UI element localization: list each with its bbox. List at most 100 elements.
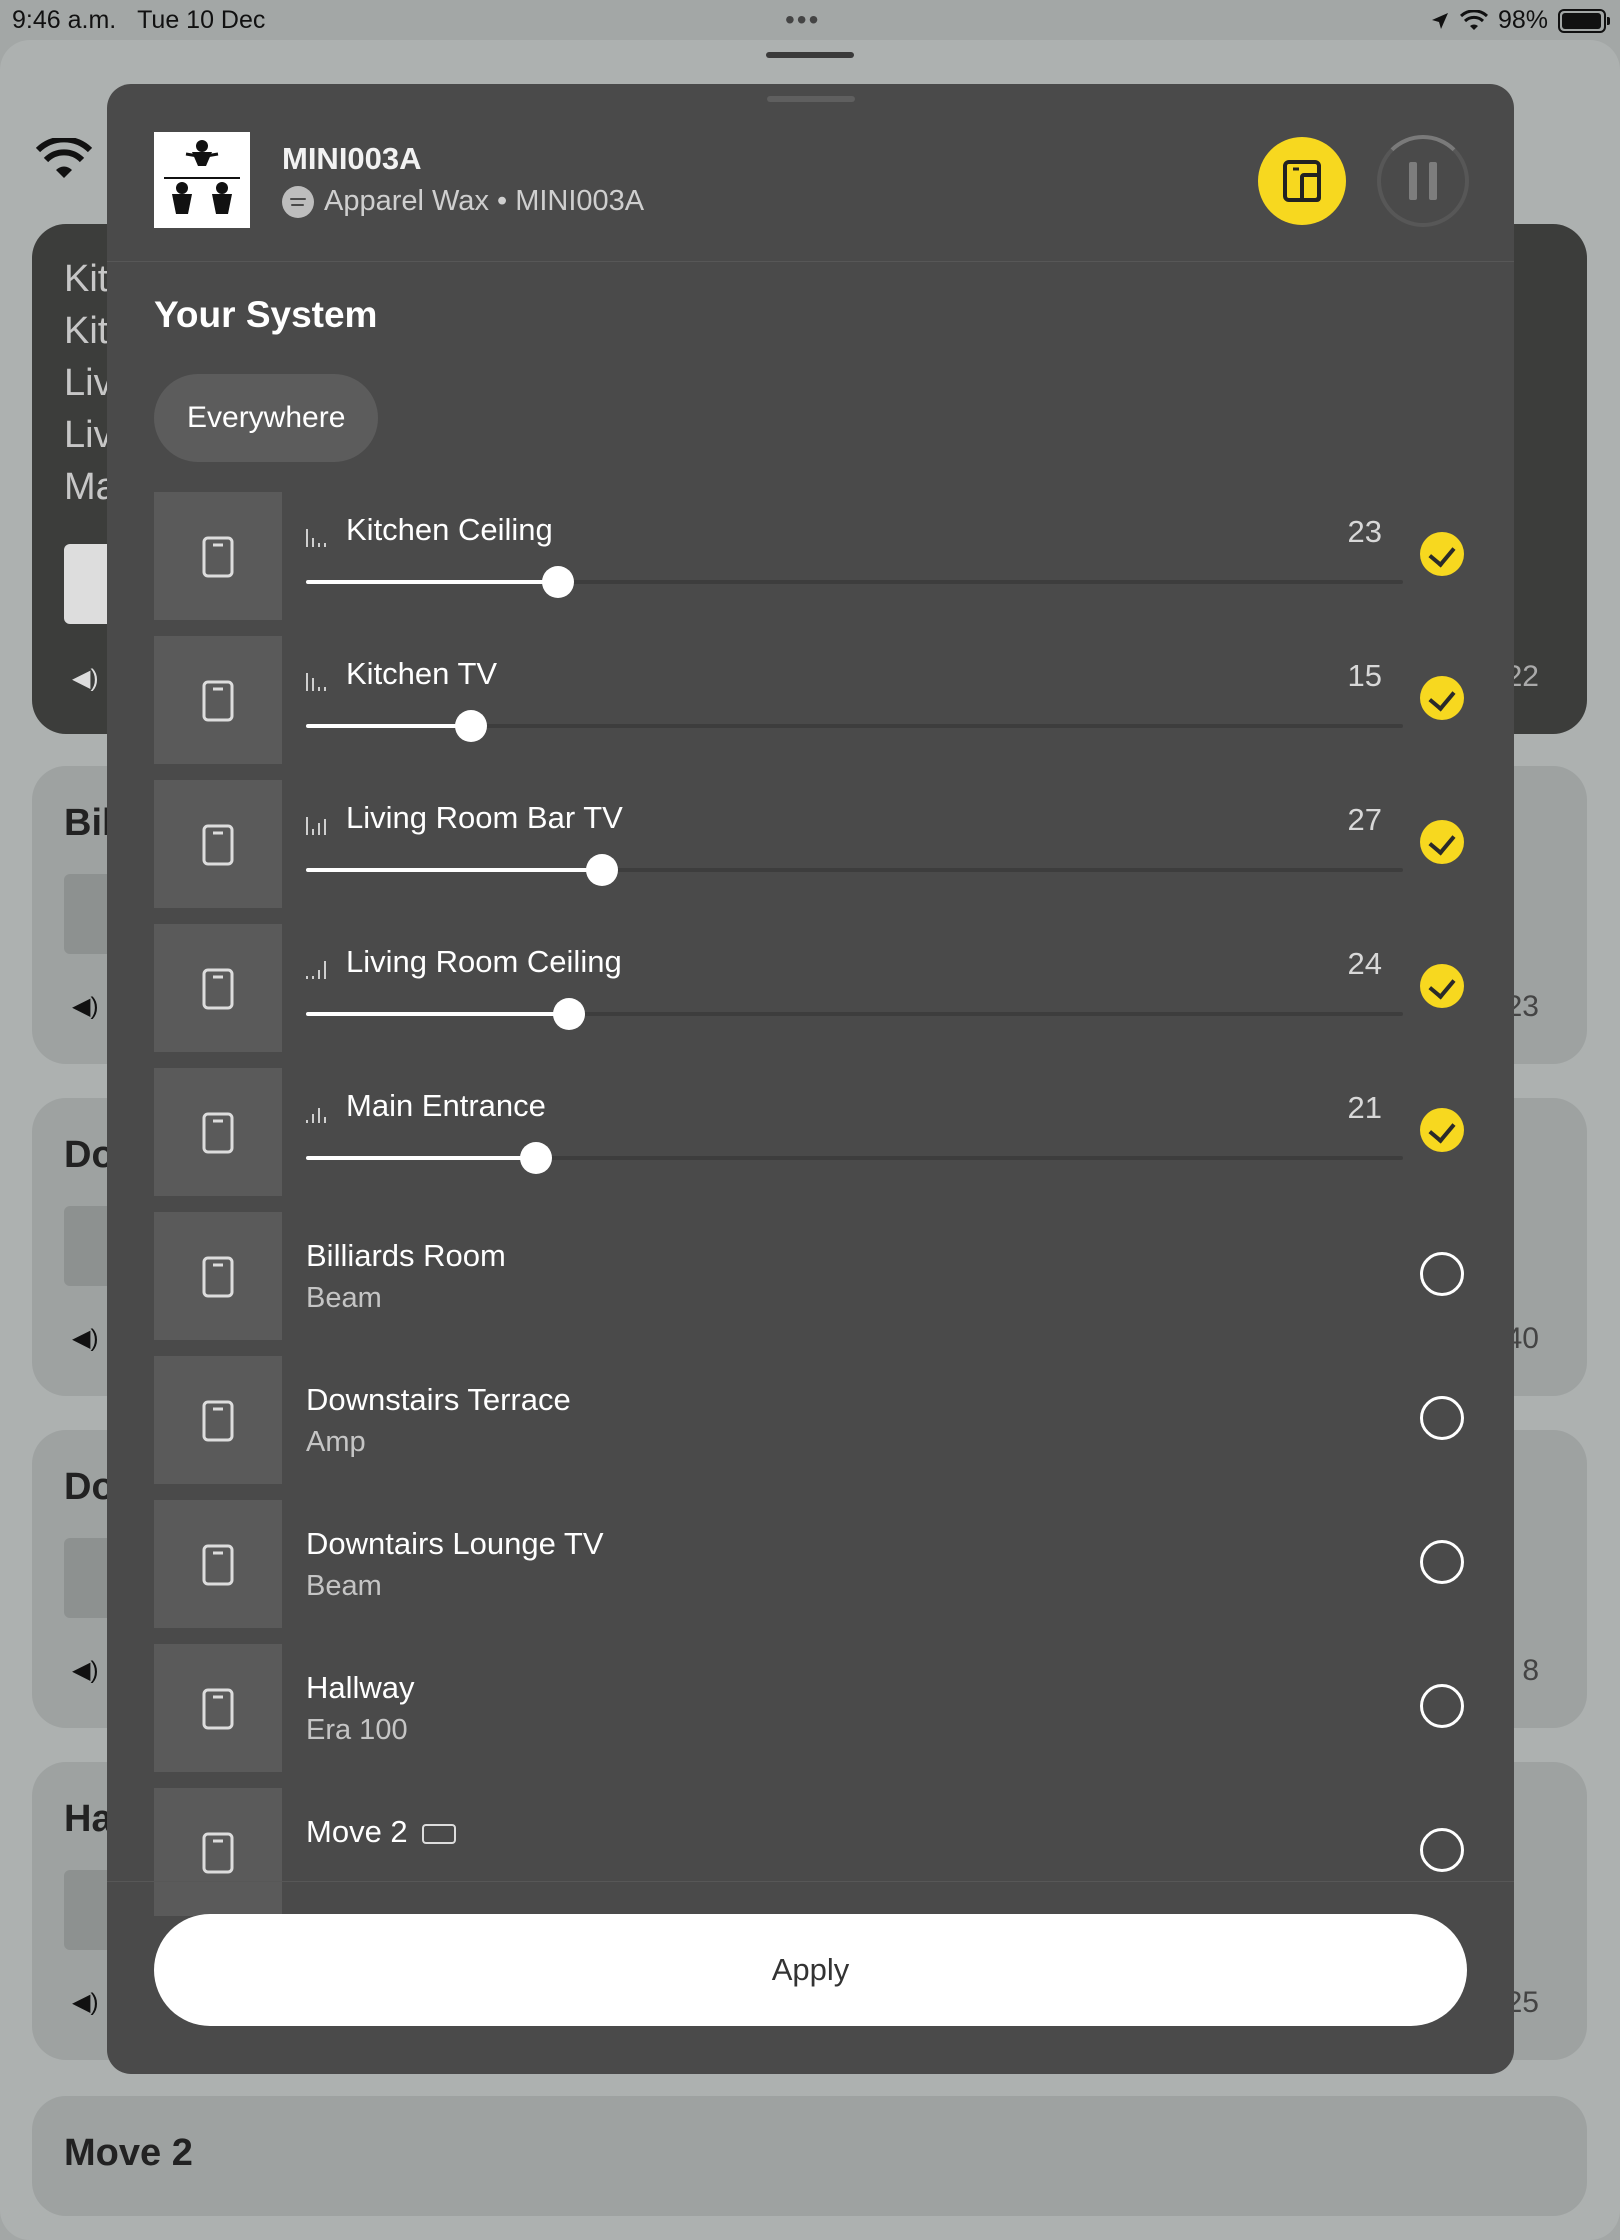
room-select-checkbox[interactable] [1420,1108,1464,1152]
volume-knob[interactable] [586,854,618,886]
room-list: Kitchen Ceiling 23 Kitchen TV 15 Living … [107,492,1514,1932]
volume-fill [306,580,558,584]
room-name: Kitchen TV [346,656,498,691]
room-select-checkbox[interactable] [1420,676,1464,720]
bg-card-volume: 8 [1522,1654,1539,1687]
room-name: Downtairs Lounge TV [306,1526,604,1561]
room-row[interactable]: Hallway Era 100 [107,1644,1514,1774]
progress-ring [1377,135,1469,227]
bg-card-title: Ha [64,1798,113,1840]
speaker-icon: ◀) [72,1657,99,1684]
room-thumbnail [154,492,282,620]
volume-knob[interactable] [455,710,487,742]
room-name: Hallway [306,1670,415,1705]
audio-level-icon [306,817,330,835]
room-select-checkbox[interactable] [1420,1684,1464,1728]
room-thumbnail [154,924,282,1052]
room-volume: 23 [1347,514,1382,549]
room-thumbnail [154,1356,282,1484]
multitasking-dots[interactable]: ••• [785,4,820,36]
room-volume: 15 [1347,658,1382,693]
bg-card-title: Move 2 [64,2132,193,2174]
volume-fill [306,868,602,872]
room-row[interactable]: Main Entrance 21 [107,1068,1514,1198]
battery-percent: 98% [1497,6,1548,34]
room-row[interactable]: Kitchen TV 15 [107,636,1514,766]
device-model: Beam [306,1570,382,1602]
room-name: Move 2 [306,1814,408,1849]
album-art [154,132,250,228]
status-bar: 9:46 a.m. Tue 10 Dec ••• 98% [0,0,1620,40]
volume-fill [306,724,471,728]
room-volume: 27 [1347,802,1382,837]
volume-knob[interactable] [542,566,574,598]
spotify-icon [282,185,314,218]
room-name: Billiards Room [306,1238,506,1273]
room-select-checkbox[interactable] [1420,1828,1464,1872]
section-title: Your System [154,294,378,335]
room-row[interactable]: Downstairs Terrace Amp [107,1356,1514,1486]
now-playing-subtitle: Apparel Wax • MINI003A [282,185,644,218]
location-icon [1431,12,1448,29]
speaker-icon [202,1688,234,1730]
speaker-icon: ◀) [72,1989,99,2016]
room-name: Downstairs Terrace [306,1382,571,1417]
room-name: Living Room Ceiling [346,944,622,979]
speaker-group-icon [1283,160,1321,202]
room-row[interactable]: Move 2 [107,1788,1514,1918]
device-model: Amp [306,1426,366,1458]
speaker-icon: ◀) [72,993,99,1020]
now-playing-title: MINI003A [282,141,422,176]
speaker-icon [202,1400,234,1442]
room-select-checkbox[interactable] [1420,1396,1464,1440]
room-row[interactable]: Kitchen Ceiling 23 [107,492,1514,622]
everywhere-button[interactable]: Everywhere [154,374,379,462]
speaker-icon: ◀) [72,1325,99,1352]
volume-slider[interactable] [306,710,1403,742]
room-row[interactable]: Billiards Room Beam [107,1212,1514,1342]
speaker-icon [202,1256,234,1298]
volume-slider[interactable] [306,854,1403,886]
room-row[interactable]: Living Room Bar TV 27 [107,780,1514,910]
now-playing-artist-album: Apparel Wax • MINI003A [324,185,645,217]
bg-card-text: Liv [64,414,113,456]
room-select-checkbox[interactable] [1420,820,1464,864]
bg-card-room[interactable]: Move 2 [32,2096,1587,2216]
room-thumbnail [154,1068,282,1196]
bg-card-text: Liv [64,362,113,404]
room-row[interactable]: Living Room Ceiling 24 [107,924,1514,1054]
wifi-icon [36,138,92,178]
room-thumbnail [154,1644,282,1772]
volume-slider[interactable] [306,566,1403,598]
group-modal: MINI003A Apparel Wax • MINI003A Your Sys… [107,84,1514,2074]
volume-slider[interactable] [306,998,1403,1030]
room-select-checkbox[interactable] [1420,1540,1464,1584]
room-thumbnail [154,780,282,908]
battery-icon [1558,8,1610,33]
speaker-icon [202,824,234,866]
room-thumbnail [154,1500,282,1628]
bg-card-text: Kit [64,310,109,352]
room-thumbnail [154,1788,282,1916]
volume-knob[interactable] [520,1142,552,1174]
wifi-status-icon [1459,9,1488,30]
volume-slider[interactable] [306,1142,1403,1174]
now-playing-header: MINI003A Apparel Wax • MINI003A [107,84,1514,262]
speaker-icon [202,1112,234,1154]
volume-knob[interactable] [553,998,585,1030]
background-grabber[interactable] [766,52,854,58]
apply-button[interactable]: Apply [154,1914,1467,2026]
speaker-icon [202,536,234,578]
room-select-checkbox[interactable] [1420,532,1464,576]
audio-level-icon [306,673,330,691]
battery-charging-icon [421,1823,456,1844]
speaker-icon [202,1544,234,1586]
room-row[interactable]: Downtairs Lounge TV Beam [107,1500,1514,1630]
group-button[interactable] [1258,137,1346,225]
room-thumbnail [154,1212,282,1340]
room-select-checkbox[interactable] [1420,1252,1464,1296]
pause-button[interactable] [1377,135,1469,227]
speaker-icon [202,680,234,722]
room-select-checkbox[interactable] [1420,964,1464,1008]
volume-fill [306,1156,536,1160]
